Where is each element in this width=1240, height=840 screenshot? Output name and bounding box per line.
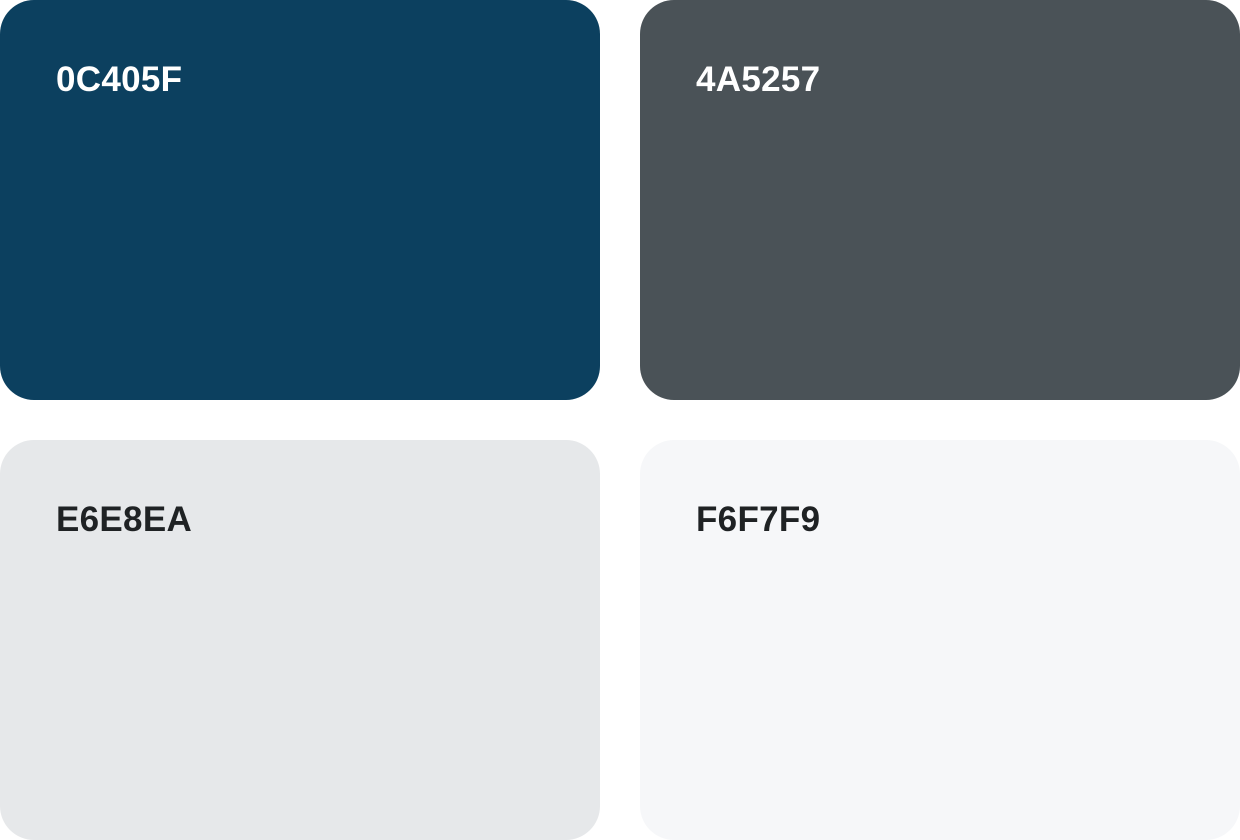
color-swatch-f6f7f9[interactable]: F6F7F9 (640, 440, 1240, 840)
color-palette-grid: 0C405F 4A5257 E6E8EA F6F7F9 (0, 0, 1240, 840)
swatch-hex-label: 0C405F (56, 60, 183, 99)
color-swatch-4a5257[interactable]: 4A5257 (640, 0, 1240, 400)
swatch-hex-label: 4A5257 (696, 60, 821, 99)
color-swatch-0c405f[interactable]: 0C405F (0, 0, 600, 400)
swatch-hex-label: E6E8EA (56, 500, 193, 539)
swatch-hex-label: F6F7F9 (696, 500, 821, 539)
color-swatch-e6e8ea[interactable]: E6E8EA (0, 440, 600, 840)
